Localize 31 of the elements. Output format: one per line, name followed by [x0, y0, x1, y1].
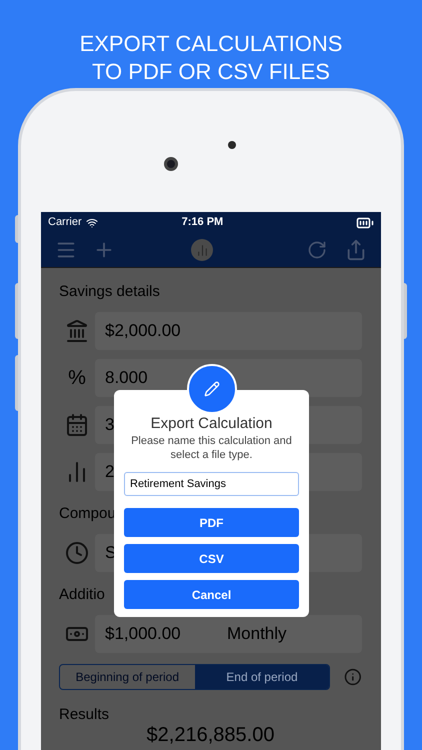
camera — [164, 157, 178, 171]
dialog-button[interactable]: Cancel — [124, 580, 299, 609]
percent-icon: % — [65, 362, 89, 392]
carrier-label: Carrier — [48, 215, 82, 230]
input-field[interactable]: $2,000.00 — [95, 312, 362, 350]
calendar-icon — [65, 412, 89, 436]
speaker — [228, 141, 236, 149]
headline: TO PDF OR CSV FILES — [92, 58, 330, 86]
input-field[interactable]: $1,000.00 Monthly — [95, 614, 362, 652]
wifi-icon — [86, 216, 98, 228]
clock-icon — [65, 540, 89, 564]
dialog-button[interactable]: PDF — [124, 508, 299, 537]
dialog-button[interactable]: CSV — [124, 544, 299, 573]
segment-tab[interactable]: End of period — [194, 665, 330, 689]
bank-icon — [65, 318, 89, 342]
refresh-icon[interactable] — [307, 240, 327, 260]
segment-tab[interactable]: Beginning of period — [60, 665, 195, 689]
result-amount: $2,216,885.00 — [146, 724, 274, 747]
name-input-field[interactable]: Retirement Savings — [124, 472, 299, 496]
dialog-message: Please name this calculation and select a file type. — [130, 434, 293, 462]
chart-logo-icon[interactable] — [191, 239, 213, 261]
info-icon[interactable] — [344, 668, 362, 686]
pencil-icon — [204, 381, 220, 397]
section-title: Savings details — [59, 283, 160, 301]
clock-time: 7:16 PM — [182, 215, 224, 230]
headline: EXPORT CALCULATIONS — [80, 30, 342, 58]
section-title: Additio — [59, 586, 105, 604]
section-title: Results — [59, 706, 110, 724]
share-icon[interactable] — [345, 239, 367, 261]
section-title: Compou — [59, 505, 116, 523]
dialog-title: Export Calculation — [150, 414, 272, 434]
